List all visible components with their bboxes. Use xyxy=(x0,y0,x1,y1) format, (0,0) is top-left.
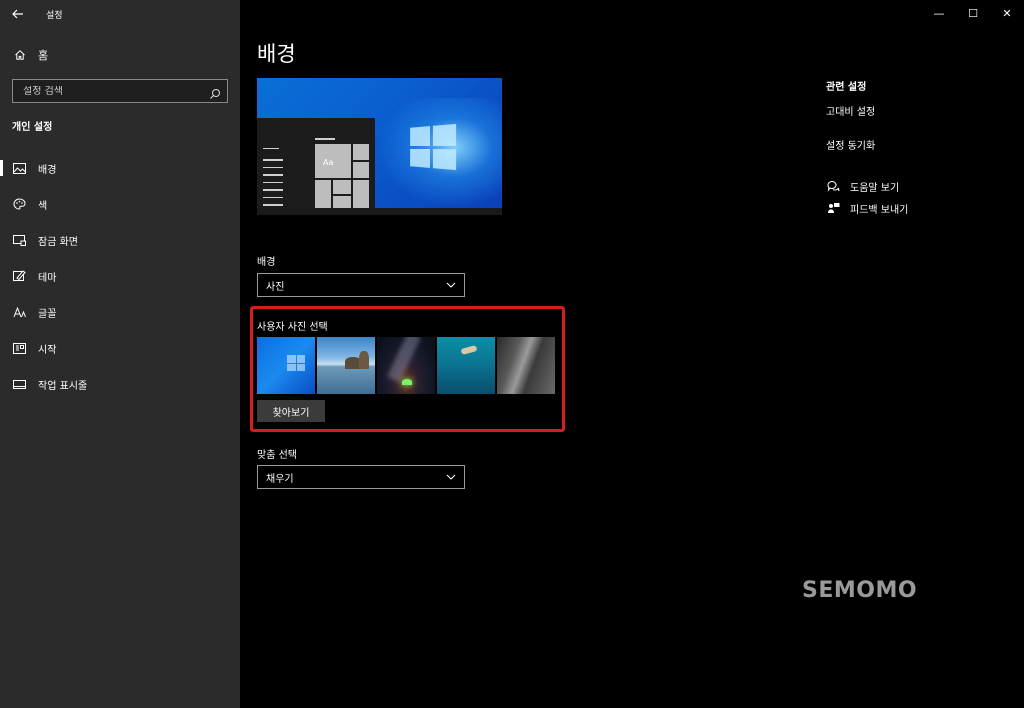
help-section: 도움말 보기 피드백 보내기 xyxy=(826,175,908,219)
theme-icon xyxy=(12,270,26,282)
related-settings: 관련 설정 고대비 설정 설정 동기화 xyxy=(826,78,875,171)
sync-settings-link[interactable]: 설정 동기화 xyxy=(826,137,875,152)
picture-thumbnail[interactable] xyxy=(497,337,555,394)
sidebar-item-label: 색 xyxy=(38,200,48,212)
related-settings-title: 관련 설정 xyxy=(826,82,867,93)
watermark: SEMOMO xyxy=(802,578,918,603)
fit-dropdown-value: 채우기 xyxy=(266,473,294,485)
maximize-button[interactable]: ☐ xyxy=(956,0,990,26)
start-icon xyxy=(12,342,26,354)
font-icon xyxy=(12,306,26,318)
background-label: 배경 xyxy=(257,257,276,268)
page-title: 배경 xyxy=(257,42,296,66)
send-feedback-link[interactable]: 피드백 보내기 xyxy=(826,197,908,219)
browse-button[interactable]: 찾아보기 xyxy=(257,400,325,422)
send-feedback-label: 피드백 보내기 xyxy=(850,204,909,216)
help-chat-icon xyxy=(826,180,840,192)
picture-thumbnails xyxy=(257,337,555,394)
sidebar-item-start[interactable]: 시작 xyxy=(0,330,240,366)
sidebar-item-font[interactable]: 글꼴 xyxy=(0,294,240,330)
home-icon xyxy=(14,49,26,61)
app-title: 설정 xyxy=(46,10,63,21)
search-input[interactable] xyxy=(23,85,209,97)
title-bar: 설정 xyxy=(0,0,240,28)
high-contrast-link[interactable]: 고대비 설정 xyxy=(826,103,875,118)
back-button[interactable] xyxy=(0,0,36,28)
background-preview: Aa xyxy=(257,78,502,215)
background-dropdown-value: 사진 xyxy=(266,281,285,293)
sidebar-item-lock-screen[interactable]: 잠금 화면 xyxy=(0,222,240,258)
sidebar-item-label: 작업 표시줄 xyxy=(38,380,88,392)
section-title: 개인 설정 xyxy=(12,122,53,133)
main-content: — ☐ ✕ 배경 Aa 배경 사진 사용자 사진 선택 찾아보기 맞춤 선택 채… xyxy=(240,0,1024,708)
start-menu-preview: Aa xyxy=(257,118,375,215)
lock-screen-icon xyxy=(12,234,26,246)
fit-label: 맞춤 선택 xyxy=(257,450,297,461)
picture-thumbnail[interactable] xyxy=(257,337,315,394)
sidebar-item-home[interactable]: 홈 xyxy=(0,44,240,66)
sidebar-item-theme[interactable]: 테마 xyxy=(0,258,240,294)
get-help-label: 도움말 보기 xyxy=(850,182,900,194)
sidebar-item-label: 잠금 화면 xyxy=(38,236,78,248)
minimize-button[interactable]: — xyxy=(922,0,956,26)
sidebar-nav: 배경 색 잠금 화면 테마 글꼴 시작 작업 표시줄 xyxy=(0,150,240,402)
picture-thumbnail[interactable] xyxy=(437,337,495,394)
sidebar-item-background[interactable]: 배경 xyxy=(0,150,240,186)
sidebar-item-label: 테마 xyxy=(38,272,57,284)
sidebar-item-label: 배경 xyxy=(38,164,57,176)
home-label: 홈 xyxy=(38,49,49,62)
feedback-icon xyxy=(826,202,840,214)
choose-picture-label: 사용자 사진 선택 xyxy=(257,322,328,333)
preview-tile-text: Aa xyxy=(323,158,334,167)
sidebar-item-taskbar[interactable]: 작업 표시줄 xyxy=(0,366,240,402)
picture-thumbnail[interactable] xyxy=(317,337,375,394)
search-box[interactable] xyxy=(12,79,228,103)
sidebar-item-color[interactable]: 색 xyxy=(0,186,240,222)
palette-icon xyxy=(12,198,26,210)
window-controls: — ☐ ✕ xyxy=(922,0,1024,26)
get-help-link[interactable]: 도움말 보기 xyxy=(826,175,908,197)
sidebar-item-label: 시작 xyxy=(38,344,57,356)
fit-dropdown[interactable]: 채우기 xyxy=(257,465,465,489)
picture-icon xyxy=(12,162,26,174)
background-dropdown[interactable]: 사진 xyxy=(257,273,465,297)
taskbar-icon xyxy=(12,378,26,390)
back-arrow-icon xyxy=(12,9,23,19)
sidebar: 설정 홈 개인 설정 배경 색 잠금 화면 xyxy=(0,0,240,708)
chevron-down-icon xyxy=(446,474,456,480)
chevron-down-icon xyxy=(446,282,456,288)
search-icon[interactable] xyxy=(209,85,221,99)
picture-thumbnail[interactable] xyxy=(377,337,435,394)
sidebar-item-label: 글꼴 xyxy=(38,308,57,320)
windows-logo xyxy=(410,123,457,171)
close-button[interactable]: ✕ xyxy=(990,0,1024,26)
